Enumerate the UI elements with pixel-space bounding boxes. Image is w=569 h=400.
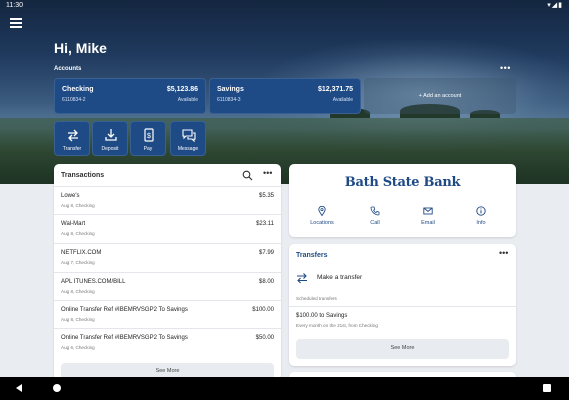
pay-button[interactable]: $ Pay [130, 121, 166, 156]
available-label: Available [177, 97, 198, 103]
transaction-description: APL ITUNES.COM/BILL [61, 279, 126, 285]
account-name: Savings [217, 86, 244, 93]
transaction-date-account: Aug 7, Checking [61, 260, 95, 265]
transaction-row[interactable]: NETFLIX.COM Aug 7, Checking $7.99 [54, 243, 281, 271]
account-balance: $12,371.75 [317, 86, 353, 93]
scheduled-transfer-detail: Every month on the 21st, from Checking [296, 323, 378, 328]
location-pin-icon [318, 206, 326, 216]
transfers-title: Transfers [296, 252, 328, 259]
transaction-row[interactable]: APL ITUNES.COM/BILL Aug 8, Checking $8.0… [54, 272, 281, 300]
transaction-amount: $23.11 [256, 221, 274, 227]
scheduled-transfer-amount[interactable]: $100.00 to Savings [296, 313, 347, 319]
transfers-more-icon[interactable]: ••• [499, 248, 508, 258]
email-icon [423, 207, 433, 215]
transaction-amount: $100.00 [252, 307, 274, 313]
transfers-card: Transfers ••• Make a transfer Scheduled … [289, 244, 516, 366]
email-label: Email [421, 220, 435, 226]
transaction-description: Wal-Mart [61, 221, 86, 227]
transaction-description: Lowe's [61, 193, 80, 199]
transaction-date-account: Aug 8, Checking [61, 231, 95, 236]
svg-text:$: $ [147, 133, 151, 140]
transactions-title: Transactions [61, 172, 105, 179]
available-label: Available [332, 97, 353, 103]
transaction-description: Online Transfer Ref #IBEMRVSGP2 To Savin… [61, 335, 188, 341]
transfers-see-more-button[interactable]: See More [296, 339, 509, 359]
message-label: Message [177, 146, 199, 152]
call-button[interactable]: Call [352, 206, 398, 226]
account-balance: $5,123.86 [166, 86, 198, 93]
message-button[interactable]: Message [170, 121, 206, 156]
menu-button[interactable] [10, 18, 22, 28]
status-time: 11:30 [6, 2, 23, 9]
pay-icon: $ [144, 128, 154, 142]
transaction-amount: $7.99 [258, 250, 274, 256]
greeting: Hi, Mike [54, 40, 107, 56]
transaction-amount: $8.00 [258, 279, 274, 285]
phone-icon [370, 206, 380, 216]
accounts-heading: Accounts [54, 66, 82, 72]
transaction-date-account: Aug 8, Checking [61, 289, 95, 294]
info-label: Info [476, 220, 486, 226]
transfer-button[interactable]: Transfer [54, 121, 90, 156]
search-icon[interactable] [242, 170, 253, 181]
transactions-more-icon[interactable]: ••• [263, 168, 272, 178]
transaction-amount: $50.00 [255, 335, 274, 341]
transaction-date-account: Aug 8, Checking [61, 317, 95, 322]
make-transfer-label: Make a transfer [317, 274, 363, 281]
back-icon[interactable] [16, 384, 22, 392]
account-card-savings[interactable]: Savings 6110834-3 $12,371.75 Available [209, 78, 361, 114]
deposit-icon [105, 129, 117, 141]
deposit-label: Deposit [101, 146, 119, 152]
locations-button[interactable]: Locations [299, 206, 345, 226]
account-card-checking[interactable]: Checking 6110834-2 $5,123.86 Available [54, 78, 206, 114]
transaction-row[interactable]: Online Transfer Ref #IBEMRVSGP2 To Savin… [54, 300, 281, 328]
status-icons: ▾◢▮ [547, 2, 563, 9]
system-nav-bar [0, 377, 569, 400]
account-number: 6110834-3 [217, 97, 241, 103]
transaction-row[interactable]: Online Transfer Ref #IBEMRVSGP2 To Savin… [54, 328, 281, 356]
status-bar: 11:30 ▾◢▮ [0, 0, 569, 12]
hamburger-icon [10, 18, 22, 20]
accounts-more-icon[interactable]: ••• [500, 63, 511, 73]
scheduled-transfers-heading: Scheduled transfers [296, 296, 337, 301]
account-number: 6110834-2 [62, 97, 86, 103]
email-button[interactable]: Email [405, 206, 451, 226]
bank-info-card: Bath State Bank Locations Call Email Inf… [289, 164, 516, 237]
message-icon [182, 129, 196, 142]
bank-logo: Bath State Bank [344, 175, 461, 190]
home-icon[interactable] [53, 384, 61, 392]
transfer-icon [297, 273, 307, 284]
call-label: Call [370, 220, 380, 226]
recent-apps-icon[interactable] [543, 384, 551, 392]
info-button[interactable]: Info [458, 206, 504, 226]
account-name: Checking [62, 86, 94, 93]
make-transfer-button[interactable]: Make a transfer [296, 271, 509, 287]
deposit-button[interactable]: Deposit [92, 121, 128, 156]
transaction-row[interactable]: Lowe's Aug 8, Checking $5.35 [54, 186, 281, 214]
transfer-label: Transfer [62, 146, 82, 152]
transaction-date-account: Aug 8, Checking [61, 203, 95, 208]
locations-label: Locations [310, 220, 334, 226]
transaction-date-account: Aug 6, Checking [61, 345, 95, 350]
pay-label: Pay [143, 146, 153, 152]
transfer-icon [68, 129, 78, 142]
transaction-description: Online Transfer Ref #IBEMRVSGP2 To Savin… [61, 307, 188, 313]
transaction-description: NETFLIX.COM [61, 250, 102, 256]
transaction-row[interactable]: Wal-Mart Aug 8, Checking $23.11 [54, 214, 281, 242]
info-icon [476, 206, 486, 216]
transaction-amount: $5.35 [258, 193, 274, 199]
divider [289, 306, 516, 307]
add-account-button[interactable]: + Add an account [364, 78, 516, 114]
transactions-card: Transactions ••• Lowe's Aug 8, Checking … [54, 164, 281, 380]
